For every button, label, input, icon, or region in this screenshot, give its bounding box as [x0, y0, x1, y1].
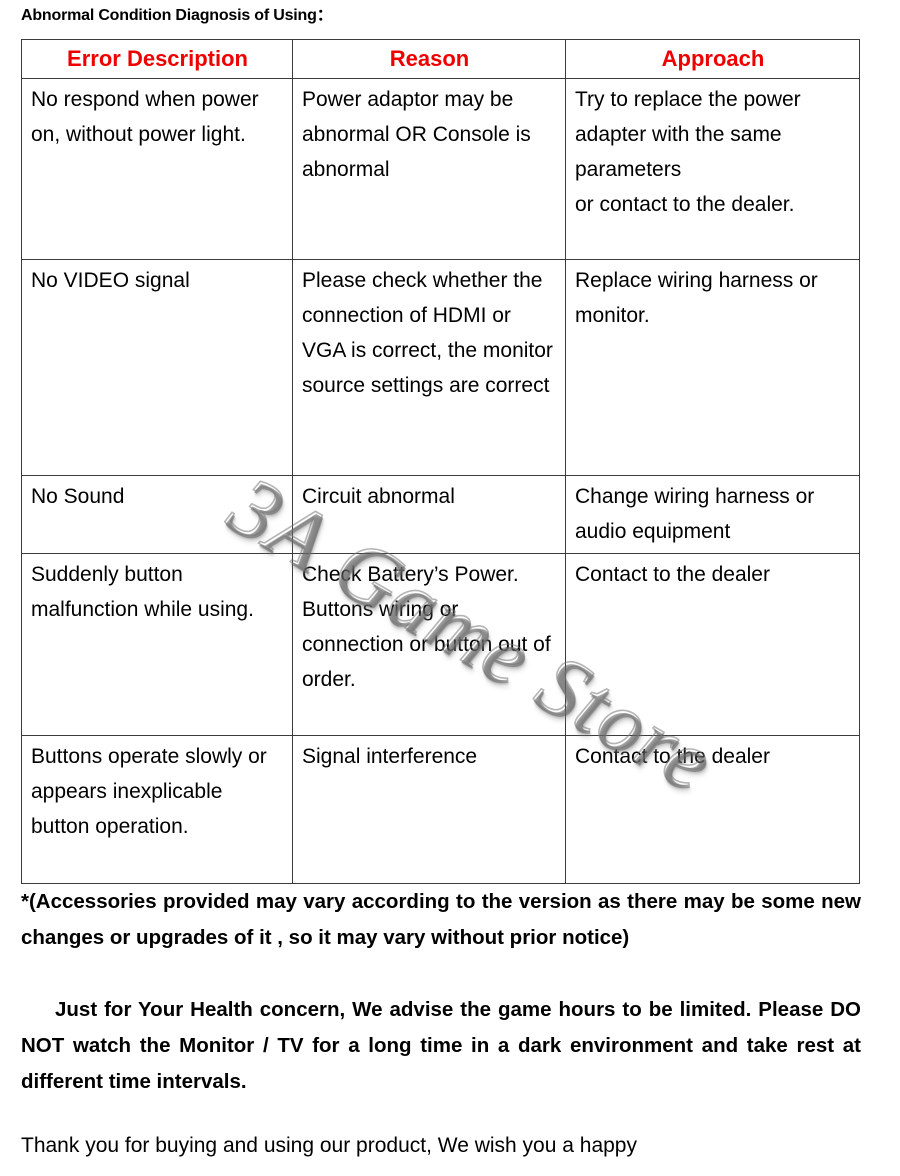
cell-approach: Replace wiring harness or monitor. — [565, 259, 860, 476]
cell-approach: Change wiring harness or audio equipment — [565, 475, 860, 554]
table-row: No respond when power on, without power … — [21, 78, 860, 260]
cell-reason-line-1: Check Battery’s Power. — [302, 563, 519, 586]
cell-error-description: No VIDEO signal — [21, 259, 293, 476]
table-row: No VIDEO signal Please check whether the… — [21, 259, 860, 476]
page-title: Abnormal Condition Diagnosis of Using： — [21, 7, 333, 24]
cell-error-description: No respond when power on, without power … — [21, 78, 293, 260]
table-header-row: Error Description Reason Approach — [21, 39, 860, 79]
column-header-reason: Reason — [292, 39, 566, 79]
cell-error-description: Buttons operate slowly or appears inexpl… — [21, 735, 293, 884]
cell-reason: Check Battery’s Power. Buttons wiring or… — [292, 553, 566, 736]
table-row: Suddenly button malfunction while using.… — [21, 553, 860, 736]
cell-reason: Power adaptor may be abnormal OR Console… — [292, 78, 566, 260]
cell-approach-line-1: Try to replace the power adapter with th… — [575, 88, 807, 181]
cell-approach: Try to replace the power adapter with th… — [565, 78, 860, 260]
closing-thanks: Thank you for buying and using our produ… — [21, 1134, 637, 1157]
cell-reason-line-2: Buttons wiring or connection or button o… — [302, 598, 557, 691]
cell-reason: Signal interference — [292, 735, 566, 884]
cell-approach: Contact to the dealer — [565, 735, 860, 884]
table-row: No Sound Circuit abnormal Change wiring … — [21, 475, 860, 554]
accessories-notice: *(Accessories provided may vary accordin… — [21, 890, 861, 949]
cell-reason: Please check whether the connection of H… — [292, 259, 566, 476]
health-notice-text: Just for Your Health concern, We advise … — [21, 998, 861, 1093]
diagnosis-table: Error Description Reason Approach No res… — [21, 39, 860, 884]
cell-approach: Contact to the dealer — [565, 553, 860, 736]
column-header-error-description: Error Description — [21, 39, 293, 79]
document-page: Abnormal Condition Diagnosis of Using： E… — [0, 0, 900, 1176]
cell-error-description: No Sound — [21, 475, 293, 554]
health-notice: Just for Your Health concern, We advise … — [21, 992, 861, 1100]
table-row: Buttons operate slowly or appears inexpl… — [21, 735, 860, 884]
cell-reason: Circuit abnormal — [292, 475, 566, 554]
cell-error-description: Suddenly button malfunction while using. — [21, 553, 293, 736]
cell-approach-line-2: or contact to the dealer. — [575, 193, 795, 216]
column-header-approach: Approach — [565, 39, 860, 79]
